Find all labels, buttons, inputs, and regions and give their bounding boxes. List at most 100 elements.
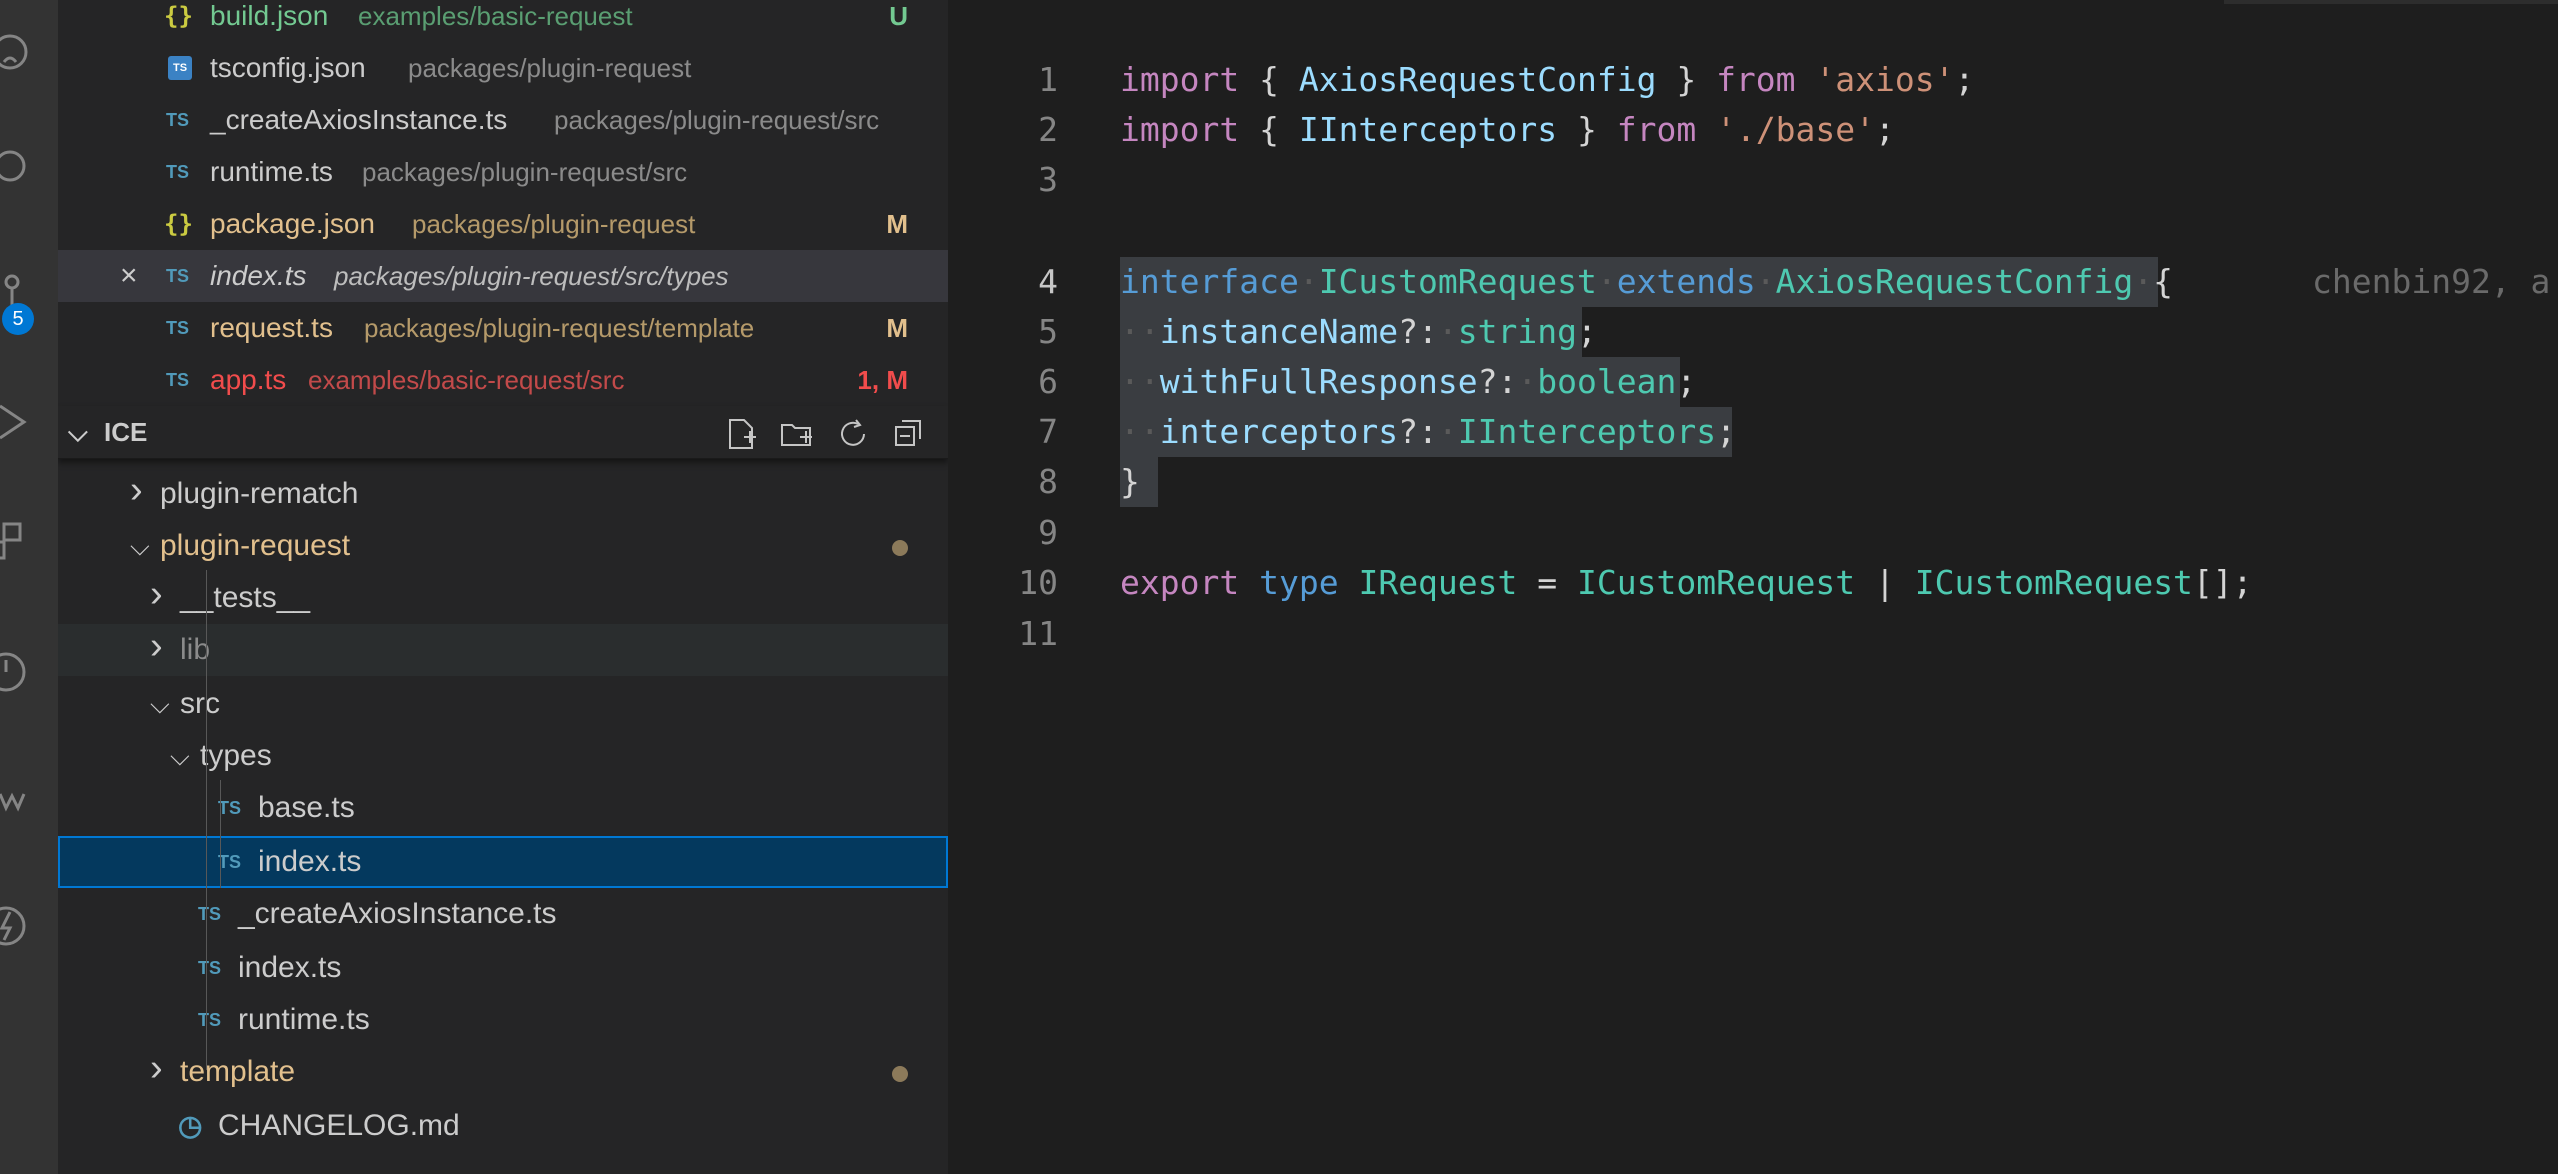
open-editor-item[interactable]: × TS index.ts packages/plugin-request/src/t… — [58, 250, 948, 302]
git-status-badge: M — [886, 313, 908, 343]
code-line[interactable]: 3 — [948, 155, 2558, 205]
new-file-icon[interactable] — [724, 416, 758, 450]
code-line[interactable]: 11 — [948, 609, 2558, 659]
line-number: 9 — [1038, 513, 1058, 552]
file-name: index.ts — [238, 951, 342, 984]
folder-item[interactable]: › template — [58, 1046, 948, 1098]
folder-item[interactable]: › lib — [58, 624, 948, 676]
token-ws: · — [1596, 262, 1617, 301]
file-item[interactable]: TS index.ts — [58, 836, 948, 888]
chevron-down-icon[interactable]: ⌵ — [130, 520, 150, 572]
open-editor-item[interactable]: TS app.ts examples/basic-request/src 1, M — [58, 354, 948, 406]
file-item[interactable]: TS base.ts — [58, 782, 948, 834]
file-name: base.ts — [258, 791, 355, 824]
token-ws: ·· — [1120, 312, 1160, 351]
line-number: 1 — [1038, 60, 1058, 99]
folder-name: plugin-request — [160, 529, 351, 562]
collapse-all-icon[interactable] — [892, 416, 926, 450]
chevron-right-icon[interactable]: › — [130, 464, 143, 516]
folder-item[interactable]: ⌵ src — [58, 678, 948, 730]
new-folder-icon[interactable] — [780, 416, 814, 450]
line-code: ··interceptors?:·IInterceptors; — [1120, 407, 1736, 457]
open-editor-item[interactable]: {} package.json packages/plugin-request M — [58, 198, 948, 250]
typescript-file-icon: TS — [218, 852, 242, 872]
token-str: 'axios' — [1815, 60, 1955, 99]
code-editor[interactable]: 1 import { AxiosRequestConfig } from 'axi… — [948, 0, 2558, 1174]
token-type: ICustomRequest — [1577, 563, 1856, 602]
code-line[interactable]: 2 import { IInterceptors } from './base'; — [948, 105, 2558, 155]
token-punc: ?: — [1398, 412, 1438, 451]
token-str: './base' — [1716, 110, 1876, 149]
chevron-right-icon[interactable]: › — [150, 620, 163, 672]
code-line[interactable]: 6 ··withFullResponse?:·boolean; — [948, 357, 2558, 407]
folder-item[interactable]: › plugin-rematch — [58, 468, 948, 520]
folder-item[interactable]: ⌵ types — [58, 730, 948, 782]
refresh-icon[interactable] — [836, 416, 870, 450]
open-editor-item[interactable]: TS tsconfig.json packages/plugin-request — [58, 42, 948, 94]
token-punc — [1796, 60, 1816, 99]
code-line[interactable]: 4 interface·ICustomRequest·extends·AxiosR… — [948, 257, 2558, 307]
file-item[interactable]: TS index.ts — [58, 942, 948, 994]
folder-item[interactable]: › __tests__ — [58, 572, 948, 624]
token-punc: ?: — [1477, 362, 1518, 401]
extensions-icon[interactable] — [0, 520, 40, 560]
json-file-icon: {} — [164, 210, 193, 238]
indent-guide — [220, 780, 221, 888]
chevron-down-icon[interactable]: ⌵ — [68, 406, 88, 458]
code-line[interactable]: 10 export type IRequest = ICustomRequest … — [948, 558, 2558, 608]
file-item[interactable]: TS _createAxiosInstance.ts — [58, 888, 948, 940]
run-debug-icon[interactable] — [0, 402, 40, 442]
file-name: index.ts — [258, 845, 362, 878]
modified-dot-icon — [892, 540, 908, 556]
search-circle-icon[interactable] — [0, 146, 40, 186]
code-line[interactable]: 8} — [948, 457, 2558, 507]
git-status-badge: 1, M — [857, 365, 908, 395]
code-line[interactable]: 5 ··instanceName?:·string; — [948, 307, 2558, 357]
explorer-section-header[interactable]: ⌵ ICE — [58, 406, 948, 459]
token-type: string — [1457, 312, 1578, 351]
open-editor-item[interactable]: {} build.json examples/basic-request U — [58, 0, 948, 42]
editor-overlay-edge — [2224, 0, 2558, 4]
open-editor-path: examples/basic-request/src — [308, 365, 625, 395]
file-item[interactable]: ◷ CHANGELOG.md — [58, 1100, 948, 1152]
close-icon[interactable]: × — [120, 250, 138, 302]
token-punc: | — [1855, 563, 1915, 602]
chevron-right-icon[interactable]: › — [150, 568, 163, 620]
token-kw: from — [1716, 60, 1796, 99]
open-editor-item[interactable]: TS request.ts packages/plugin-request/temp… — [58, 302, 948, 354]
typescript-file-icon: TS — [166, 162, 190, 182]
token-punc: ; — [1954, 60, 1975, 99]
code-line[interactable]: 9 — [948, 508, 2558, 558]
token-kw: from — [1616, 110, 1697, 149]
lint-icon[interactable] — [0, 780, 40, 820]
folder-item[interactable]: ⌵ plugin-request — [58, 520, 948, 572]
token-ws: · — [1755, 262, 1776, 301]
timeline-icon[interactable] — [0, 652, 40, 692]
github-icon[interactable] — [0, 32, 40, 72]
git-status-badge: M — [886, 209, 908, 239]
open-editor-name: request.ts — [210, 312, 333, 343]
open-editor-item[interactable]: TS runtime.ts packages/plugin-request/src — [58, 146, 948, 198]
folder-name: template — [180, 1055, 296, 1088]
token-prop: interceptors — [1159, 412, 1399, 451]
code-line[interactable]: 1 import { AxiosRequestConfig } from 'axi… — [948, 55, 2558, 105]
chevron-down-icon[interactable]: ⌵ — [170, 730, 190, 782]
typescript-file-icon: TS — [218, 798, 242, 818]
open-editor-item[interactable]: TS _createAxiosInstance.ts packages/plugin… — [58, 94, 948, 146]
line-number: 8 — [1038, 462, 1058, 501]
chevron-down-icon[interactable]: ⌵ — [150, 678, 170, 730]
indent-guide — [206, 570, 207, 1070]
token-punc: } — [1656, 60, 1717, 99]
token-kw2: extends — [1616, 262, 1756, 301]
token-ws: · — [1298, 262, 1319, 301]
line-number: 6 — [1038, 362, 1058, 401]
token-type: ICustomRequest — [1318, 262, 1597, 301]
thunder-icon[interactable] — [0, 906, 40, 946]
code-line[interactable]: 7 ··interceptors?:·IInterceptors; — [948, 407, 2558, 457]
token-prop: instanceName — [1159, 312, 1399, 351]
source-control-badge: 5 — [2, 303, 34, 335]
file-item[interactable]: TS runtime.ts — [58, 994, 948, 1046]
token-punc: { — [2153, 262, 2174, 301]
chevron-right-icon[interactable]: › — [150, 1042, 163, 1094]
token-prop: AxiosRequestConfig — [1298, 60, 1657, 99]
